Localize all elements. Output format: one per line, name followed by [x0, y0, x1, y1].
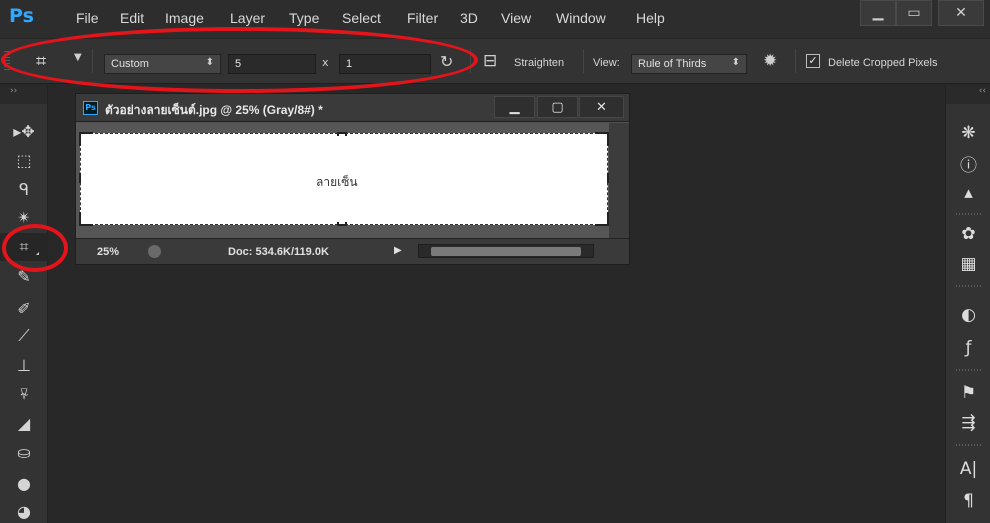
- navigator-icon[interactable]: ❋: [946, 118, 990, 148]
- clone-stamp-tool-icon[interactable]: ⊥: [0, 351, 48, 379]
- crop-handle-left[interactable]: [79, 173, 83, 183]
- annotation-circle-crop-tool: [2, 224, 68, 272]
- zoom-level[interactable]: 25%: [97, 246, 119, 258]
- blur-tool-icon[interactable]: ●: [0, 469, 48, 497]
- document-close-button[interactable]: ✕: [579, 96, 624, 118]
- menu-file[interactable]: File: [76, 10, 99, 26]
- menu-help[interactable]: Help: [636, 10, 665, 26]
- rectangular-marquee-tool-icon[interactable]: ⬚: [0, 146, 48, 174]
- image-canvas[interactable]: ลายเซ็น: [79, 132, 609, 226]
- menu-view[interactable]: View: [501, 10, 531, 26]
- menu-image[interactable]: Image: [165, 10, 204, 26]
- move-tool-icon[interactable]: ▸✥: [0, 117, 48, 145]
- play-icon[interactable]: ▶: [394, 245, 402, 256]
- menu-window[interactable]: Window: [556, 10, 606, 26]
- crop-handle-top-right[interactable]: [595, 132, 609, 146]
- close-button[interactable]: ✕: [938, 0, 984, 26]
- color-palette-icon[interactable]: ✿: [946, 219, 990, 249]
- dodge-tool-icon[interactable]: ◕: [0, 497, 48, 523]
- straighten-icon[interactable]: ⊟: [483, 51, 497, 71]
- character-icon[interactable]: A|: [946, 454, 990, 484]
- overlay-dropdown[interactable]: Rule of Thirds ⬍: [631, 54, 747, 74]
- eraser-tool-icon[interactable]: ◢: [0, 409, 48, 437]
- paragraph-icon[interactable]: ¶: [946, 486, 990, 516]
- panel-separator: [956, 444, 981, 446]
- status-info-icon[interactable]: [148, 245, 161, 258]
- swatches-icon[interactable]: ▦: [946, 249, 990, 279]
- paint-bucket-tool-icon[interactable]: ⛀: [0, 438, 48, 466]
- tools-panel-collapse[interactable]: ››: [0, 86, 47, 104]
- crop-handle-bottom-right[interactable]: [595, 212, 609, 226]
- horizontal-scroll-thumb[interactable]: [431, 247, 581, 256]
- document-maximize-button[interactable]: ▢: [537, 96, 578, 118]
- crop-handle-bottom[interactable]: [337, 222, 347, 226]
- menu-3d[interactable]: 3D: [460, 10, 478, 26]
- straighten-label[interactable]: Straighten: [514, 57, 564, 69]
- minimize-button[interactable]: ▁: [860, 0, 896, 26]
- styles-icon[interactable]: ƒ: [946, 333, 990, 363]
- menu-layer[interactable]: Layer: [230, 10, 265, 26]
- document-status-bar: 25% Doc: 534.6K/119.0K ▶: [76, 238, 629, 264]
- history-brush-tool-icon[interactable]: ⍫: [0, 380, 48, 408]
- histogram-icon[interactable]: ▴: [946, 178, 990, 208]
- signature-text: ลายเซ็น: [316, 175, 358, 189]
- crop-handle-top-left[interactable]: [79, 132, 93, 146]
- panel-separator: [956, 285, 981, 287]
- menu-edit[interactable]: Edit: [120, 10, 144, 26]
- brush-tool-icon[interactable]: ⟋: [0, 322, 48, 350]
- maximize-button[interactable]: ▭: [896, 0, 932, 26]
- spot-healing-brush-tool-icon[interactable]: ✐: [0, 294, 48, 322]
- lasso-tool-icon[interactable]: ᑫ: [0, 175, 48, 203]
- photoshop-logo: Ps: [9, 5, 34, 27]
- horizontal-scrollbar[interactable]: [418, 244, 594, 258]
- document-size-info: Doc: 534.6K/119.0K: [228, 246, 329, 258]
- canvas-area[interactable]: ลายเซ็น: [76, 123, 629, 238]
- divider: [795, 49, 796, 73]
- document-title-bar[interactable]: Ps ตัวอย่างลายเซ็นต์.jpg @ 25% (Gray/8#)…: [76, 94, 629, 122]
- document-title: ตัวอย่างลายเซ็นต์.jpg @ 25% (Gray/8#) *: [105, 103, 323, 117]
- photoshop-document-icon: Ps: [83, 101, 98, 115]
- brush-presets-icon[interactable]: ⇶: [946, 408, 990, 438]
- annotation-ellipse-options: [1, 27, 478, 93]
- menu-filter[interactable]: Filter: [407, 10, 438, 26]
- document-minimize-button[interactable]: ▁: [494, 96, 535, 118]
- vertical-scrollbar[interactable]: [609, 123, 629, 238]
- updown-arrow-icon: ⬍: [731, 57, 740, 68]
- divider: [583, 49, 584, 73]
- tools-panel: ›› ▸✥ ⬚ ᑫ ✴ ⌗ ✎ ✐ ⟋ ⊥ ⍫ ◢ ⛀ ● ◕: [0, 86, 48, 523]
- panel-separator: [956, 213, 981, 215]
- document-window: Ps ตัวอย่างลายเซ็นต์.jpg @ 25% (Gray/8#)…: [75, 93, 630, 265]
- brushes-icon[interactable]: ⚑: [946, 378, 990, 408]
- menu-type[interactable]: Type: [289, 10, 319, 26]
- panel-separator: [956, 369, 981, 371]
- panel-dock: ‹‹ ❋ ⓘ ▴ ✿ ▦ ◐ ƒ ⚑ ⇶ A| ¶: [945, 86, 990, 523]
- adjustments-icon[interactable]: ◐: [946, 300, 990, 330]
- overlay-value: Rule of Thirds: [638, 58, 707, 70]
- delete-cropped-label[interactable]: Delete Cropped Pixels: [828, 57, 937, 69]
- view-label: View:: [593, 57, 620, 69]
- delete-cropped-checkbox[interactable]: ✓: [806, 54, 820, 68]
- info-icon[interactable]: ⓘ: [946, 148, 990, 178]
- menu-select[interactable]: Select: [342, 10, 381, 26]
- crop-handle-bottom-left[interactable]: [79, 212, 93, 226]
- panel-dock-collapse[interactable]: ‹‹: [946, 86, 990, 104]
- gear-icon[interactable]: ✹: [763, 51, 777, 71]
- crop-handle-top[interactable]: [337, 132, 347, 136]
